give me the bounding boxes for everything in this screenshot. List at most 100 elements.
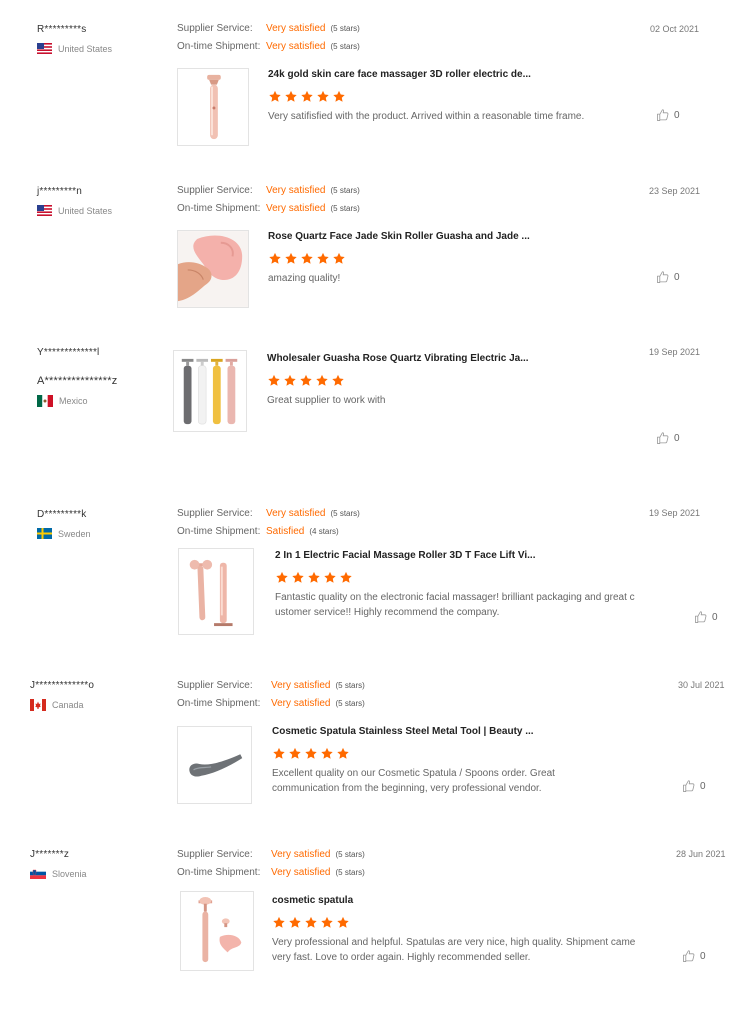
product-title-link[interactable]: Wholesaler Guasha Rose Quartz Vibrating … <box>267 353 657 364</box>
like-button[interactable]: 0 <box>682 949 706 963</box>
product-thumbnail[interactable] <box>180 891 254 971</box>
thumbs-up-icon <box>656 431 670 445</box>
country-label: United States <box>58 43 113 54</box>
reviewer-country: United States <box>37 205 112 216</box>
supplier-service-label: Supplier Service: <box>177 23 253 34</box>
review-date: 23 Sep 2021 <box>649 186 701 196</box>
face-roller-image <box>207 74 221 140</box>
thumbs-up-icon <box>694 610 708 624</box>
like-button[interactable]: 0 <box>682 779 706 793</box>
product-title-link[interactable]: 2 In 1 Electric Facial Massage Roller 3D… <box>275 550 655 561</box>
star-icon <box>300 90 314 103</box>
thumbs-up-icon <box>656 108 670 122</box>
like-count: 0 <box>674 432 680 444</box>
review-date: 02 Oct 2021 <box>650 24 700 34</box>
product-thumbnail[interactable] <box>173 350 247 432</box>
ontime-shipment-label: On-time Shipment: <box>177 526 261 537</box>
star-icon <box>320 916 334 929</box>
us-flag-icon <box>37 43 52 54</box>
reviewer-info: D*********k Sweden <box>37 509 91 539</box>
supplier-service-stars: (5 stars) <box>330 24 360 33</box>
sweden-flag-icon <box>37 528 52 539</box>
product-thumbnail[interactable] <box>177 726 252 804</box>
product-thumbnail[interactable] <box>177 230 249 308</box>
product-title-link[interactable]: Rose Quartz Face Jade Skin Roller Guasha… <box>268 231 658 242</box>
product-thumbnail[interactable] <box>177 68 249 146</box>
ontime-shipment-stars: (4 stars) <box>309 527 339 536</box>
review-text: Very professional and helpful. Spatulas … <box>272 937 636 963</box>
t-face-roller-image <box>189 559 233 627</box>
reviewer-country: Mexico <box>37 395 117 407</box>
reviewer-country: United States <box>37 43 112 54</box>
like-count: 0 <box>700 950 706 962</box>
supplier-service-value: Very satisfied <box>271 849 331 860</box>
supplier-ratings: Supplier Service: Very satisfied (5 stars)… <box>177 849 365 885</box>
supplier-service-stars: (5 stars) <box>335 681 365 690</box>
thumbs-up-icon <box>682 949 696 963</box>
star-icon <box>283 374 297 387</box>
review-text: Fantastic quality on the electronic faci… <box>275 592 635 618</box>
like-button[interactable]: 0 <box>656 431 680 445</box>
star-rating <box>268 252 658 265</box>
star-icon <box>336 747 350 760</box>
review-body: Cosmetic Spatula Stainless Steel Metal T… <box>272 726 652 796</box>
country-label: Slovenia <box>52 868 87 879</box>
product-title-link[interactable]: Cosmetic Spatula Stainless Steel Metal T… <box>272 726 652 737</box>
star-icon <box>300 252 314 265</box>
thumbs-up-icon <box>682 779 696 793</box>
supplier-service-label: Supplier Service: <box>177 508 253 519</box>
ontime-shipment-label: On-time Shipment: <box>177 698 261 709</box>
product-title-link[interactable]: 24k gold skin care face massager 3D roll… <box>268 69 658 80</box>
star-icon <box>268 90 282 103</box>
star-icon <box>332 90 346 103</box>
review-text: Very satifisfied with the product. Arriv… <box>268 111 585 122</box>
reviewer-country: Canada <box>30 699 94 711</box>
star-icon <box>268 252 282 265</box>
canada-flag-icon <box>30 699 46 711</box>
star-icon <box>284 90 298 103</box>
review-body: Wholesaler Guasha Rose Quartz Vibrating … <box>267 353 657 408</box>
product-thumbnail[interactable] <box>178 548 254 635</box>
review-text: Excellent quality on our Cosmetic Spatul… <box>272 768 555 794</box>
product-title-link[interactable]: cosmetic spatula <box>272 895 652 906</box>
reviewer-country: Sweden <box>37 528 91 539</box>
like-count: 0 <box>674 109 680 121</box>
ontime-shipment-stars: (5 stars) <box>335 699 365 708</box>
review-date: 30 Jul 2021 <box>678 680 725 690</box>
star-icon <box>304 916 318 929</box>
ontime-shipment-label: On-time Shipment: <box>177 867 261 878</box>
supplier-service-value: Very satisfied <box>266 185 326 196</box>
reviewer-name: D*********k <box>37 509 87 520</box>
country-label: Mexico <box>59 396 88 406</box>
star-rating <box>268 90 658 103</box>
supplier-service-label: Supplier Service: <box>177 680 253 691</box>
like-button[interactable]: 0 <box>656 108 680 122</box>
ontime-shipment-value: Satisfied <box>266 526 305 537</box>
reviewer-name: J*************o <box>30 680 95 691</box>
supplier-ratings: Supplier Service: Very satisfied (5 stars)… <box>177 185 360 221</box>
review-date: 19 Sep 2021 <box>649 508 701 518</box>
reviewer-name: R*********s <box>37 24 87 35</box>
supplier-service-value: Very satisfied <box>266 23 326 34</box>
ontime-shipment-stars: (5 stars) <box>330 42 360 51</box>
supplier-service-label: Supplier Service: <box>177 185 253 196</box>
star-rating <box>272 916 652 929</box>
like-button[interactable]: 0 <box>694 610 718 624</box>
star-icon <box>291 571 305 584</box>
star-icon <box>304 747 318 760</box>
star-icon <box>272 747 286 760</box>
review-body: Rose Quartz Face Jade Skin Roller Guasha… <box>268 231 658 286</box>
review-body: 2 In 1 Electric Facial Massage Roller 3D… <box>275 550 655 620</box>
mexico-flag-icon <box>37 395 53 407</box>
reviewer-name-secondary: A***************z <box>37 375 118 387</box>
star-icon <box>288 916 302 929</box>
ontime-shipment-stars: (5 stars) <box>335 868 365 877</box>
like-count: 0 <box>700 780 706 792</box>
thumbs-up-icon <box>656 270 670 284</box>
review-body: 24k gold skin care face massager 3D roll… <box>268 69 658 124</box>
ontime-shipment-value: Very satisfied <box>271 698 331 709</box>
like-button[interactable]: 0 <box>656 270 680 284</box>
star-rating <box>267 374 657 387</box>
roller-and-gua-sha-image <box>198 896 242 963</box>
star-icon <box>275 571 289 584</box>
